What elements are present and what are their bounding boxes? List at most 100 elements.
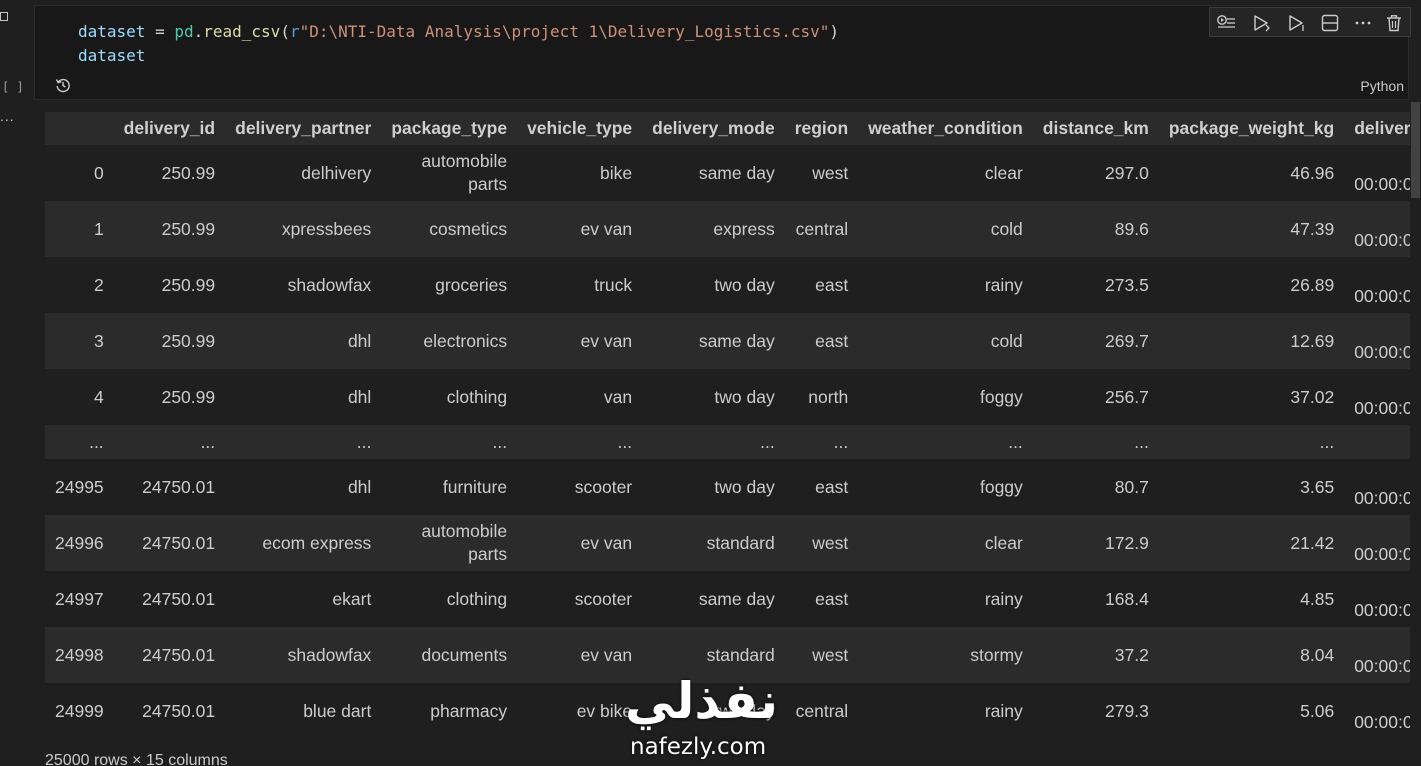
- cell-time-line2: 00:00:00.0: [1354, 342, 1410, 362]
- cell-weight: 8.04: [1300, 644, 1335, 665]
- code-token-string: "D:\NTI-Data Analysis\project 1\Delivery…: [299, 22, 830, 41]
- delete-cell-icon[interactable]: [1384, 14, 1404, 32]
- cell-region: east: [815, 274, 849, 295]
- table-header-row: delivery_id delivery_partner package_typ…: [45, 112, 1410, 145]
- code-token-paren-close: ): [829, 22, 840, 41]
- cell-delivery-partner: ekart: [332, 588, 372, 609]
- cell-delivery-id: 250.99: [161, 274, 216, 295]
- cell-weather: stormy: [970, 644, 1023, 665]
- cell-distance: 89.6: [1114, 218, 1149, 239]
- cell-distance: 269.7: [1105, 330, 1149, 351]
- cell-region: east: [815, 588, 849, 609]
- ellipsis-cell: ...: [492, 431, 508, 452]
- cell-region: north: [808, 386, 849, 407]
- cell-region: east: [815, 330, 849, 351]
- cell-time-line2: 00:00:00.0: [1354, 544, 1410, 564]
- cell-weather: cold: [990, 218, 1023, 239]
- row-index: 24997: [55, 588, 104, 609]
- table-row: 1 250.99 xpressbees cosmetics ev van exp…: [45, 201, 1410, 257]
- ellipsis-cell: ...: [356, 431, 372, 452]
- cell-package-type: documents: [421, 644, 508, 665]
- cell-weight: 37.02: [1290, 386, 1335, 407]
- code-token-function: read_csv: [203, 22, 281, 41]
- cell-delivery-mode: same day: [698, 588, 775, 609]
- column-header: package_weight_kg: [1158, 112, 1345, 145]
- code-line-1[interactable]: dataset = pd.read_csv(r"D:\NTI-Data Anal…: [78, 22, 839, 41]
- cell-delivery-partner: shadowfax: [287, 274, 372, 295]
- cell-time-line2: 00:00:00.0: [1354, 174, 1410, 194]
- column-header: weather_condition: [858, 112, 1033, 145]
- cell-delivery-mode: two day: [714, 386, 775, 407]
- cell-package-type: automobile parts: [381, 145, 517, 201]
- cell-weight: 3.65: [1300, 476, 1335, 497]
- table-row: 4 250.99 dhl clothing van two day north …: [45, 369, 1410, 425]
- cell-delivery-id: 24750.01: [142, 700, 216, 721]
- cell-package-type: furniture: [442, 476, 508, 497]
- cell-distance: 273.5: [1105, 274, 1149, 295]
- cell-time-line1: 1: [1354, 688, 1410, 711]
- cell-delivery-id: 250.99: [161, 386, 216, 407]
- cell-output[interactable]: delivery_id delivery_partner package_typ…: [0, 102, 1410, 766]
- cell-delivery-id: 24750.01: [142, 644, 216, 665]
- cell-distance: 279.3: [1105, 700, 1149, 721]
- column-header: delivery_mode: [642, 112, 785, 145]
- cell-time-line2: 00:00:00.0: [1354, 600, 1410, 620]
- cell-time-line2: 00:00:00.0: [1354, 230, 1410, 250]
- cell-vehicle-type: scooter: [574, 588, 633, 609]
- code-cell[interactable]: dataset = pd.read_csv(r"D:\NTI-Data Anal…: [34, 5, 1411, 100]
- cell-delivery-id: 24750.01: [142, 588, 216, 609]
- row-index: 1: [93, 218, 104, 239]
- split-cell-icon[interactable]: [1320, 14, 1340, 32]
- table-row: 3 250.99 dhl electronics ev van same day…: [45, 313, 1410, 369]
- watermark-logo: نفذلي: [625, 672, 779, 730]
- ellipsis-cell: ...: [200, 431, 216, 452]
- column-header: region: [784, 112, 859, 145]
- cell-delivery-id: 250.99: [161, 330, 216, 351]
- more-actions-icon[interactable]: [1353, 14, 1373, 32]
- code-token-dot: .: [193, 22, 204, 41]
- table-row: 0 250.99 delhivery automobile parts bike …: [45, 145, 1410, 201]
- cell-time-line1: 1: [1354, 632, 1410, 655]
- language-selector[interactable]: Python: [1360, 78, 1404, 94]
- row-index: 2: [93, 274, 104, 295]
- code-token-assign: =: [145, 22, 175, 41]
- cell-package-type-line2: parts: [468, 174, 508, 194]
- code-token-module: pd: [174, 22, 194, 41]
- code-token-paren-open: (: [280, 22, 290, 41]
- cell-time-line1: 1: [1354, 576, 1410, 599]
- run-below-icon[interactable]: [1287, 14, 1307, 32]
- column-header: delivery_id: [113, 112, 226, 145]
- cell-time-line2: 00:00:00.0: [1354, 656, 1410, 676]
- cell-package-type: electronics: [423, 330, 508, 351]
- cell-vehicle-type: ev van: [580, 218, 633, 239]
- column-header: package_type: [381, 112, 518, 145]
- output-scrollbar[interactable]: [1410, 102, 1421, 766]
- column-header: delivery_ti: [1344, 112, 1410, 145]
- cell-delivery-partner: dhl: [347, 386, 372, 407]
- cell-delivery-time: 100:00:00.0: [1344, 627, 1410, 683]
- cell-region: central: [795, 218, 849, 239]
- cell-package-type-line1: automobile: [421, 521, 508, 541]
- scrollbar-thumb[interactable]: [1411, 102, 1420, 198]
- cell-delivery-time: 100:00:00.0: [1344, 257, 1410, 313]
- run-above-icon[interactable]: [1252, 14, 1272, 32]
- cell-delivery-time: 100:00:00.0: [1344, 515, 1410, 571]
- run-by-line-icon[interactable]: [1216, 14, 1236, 32]
- cell-distance: 297.0: [1105, 162, 1149, 183]
- cell-package-type-line2: parts: [468, 544, 508, 564]
- cell-delivery-time: 100:00:00.0: [1344, 201, 1410, 257]
- watermark: نفذلي nafezly.com: [620, 670, 810, 766]
- collapse-square-icon[interactable]: [0, 12, 8, 21]
- cell-delivery-partner: xpressbees: [281, 218, 372, 239]
- cell-delivery-mode: standard: [706, 532, 775, 553]
- cell-weight: 46.96: [1290, 162, 1335, 183]
- cell-weather: clear: [984, 162, 1023, 183]
- code-line-2[interactable]: dataset: [78, 46, 145, 65]
- table-row: 24997 24750.01 ekart clothing scooter sa…: [45, 571, 1410, 627]
- cell-time-line2: 00:00:00.0: [1354, 712, 1410, 732]
- ellipsis-cell: ...: [89, 431, 104, 452]
- history-icon[interactable]: [55, 77, 71, 93]
- cell-distance: 80.7: [1114, 476, 1149, 497]
- cell-package-type: clothing: [446, 386, 508, 407]
- cell-delivery-partner: blue dart: [303, 700, 372, 721]
